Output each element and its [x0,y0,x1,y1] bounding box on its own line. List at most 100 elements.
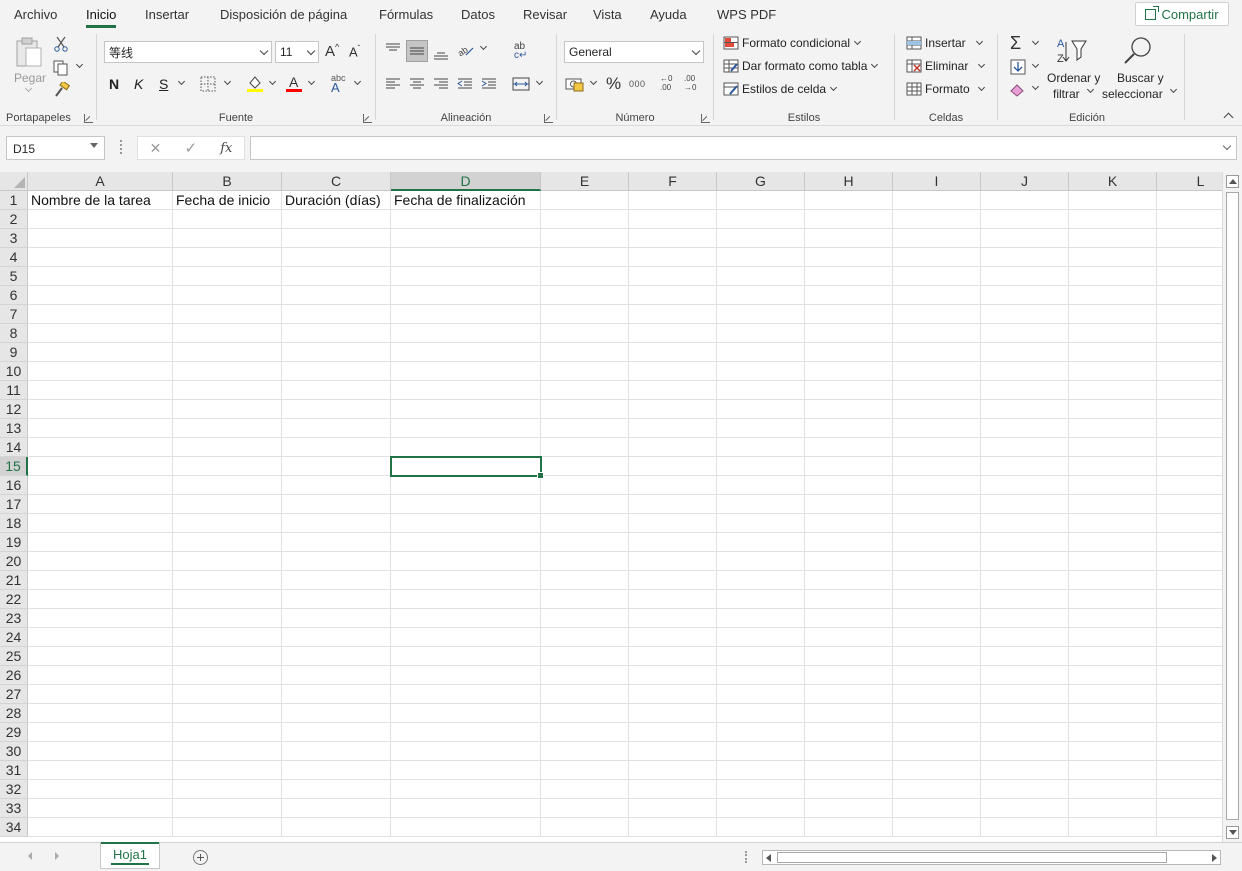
cell-e3[interactable] [541,229,629,248]
cell-f29[interactable] [629,723,717,742]
cell-e7[interactable] [541,305,629,324]
row-header-28[interactable]: 28 [0,704,28,723]
cell-j31[interactable] [981,761,1069,780]
cell-d2[interactable] [391,210,541,229]
cell-c15[interactable] [282,457,391,476]
cell-l25[interactable] [1157,647,1222,666]
number-launcher-icon[interactable] [701,114,710,123]
cell-c1[interactable]: Duración (días) [282,191,391,210]
cell-h34[interactable] [805,818,893,837]
cell-l28[interactable] [1157,704,1222,723]
align-middle-button[interactable] [406,40,428,62]
cell-a34[interactable] [28,818,173,837]
clipboard-launcher-icon[interactable] [84,114,93,123]
cell-d3[interactable] [391,229,541,248]
cell-d22[interactable] [391,590,541,609]
decrease-indent-icon[interactable] [457,77,473,91]
cell-l1[interactable] [1157,191,1222,210]
cell-d21[interactable] [391,571,541,590]
cell-a2[interactable] [28,210,173,229]
cell-b31[interactable] [173,761,282,780]
cell-k8[interactable] [1069,324,1157,343]
cell-f8[interactable] [629,324,717,343]
cell-i29[interactable] [893,723,981,742]
cell-c21[interactable] [282,571,391,590]
cell-c17[interactable] [282,495,391,514]
sheet-tab-hoja1[interactable]: Hoja1 [100,842,160,869]
cell-c27[interactable] [282,685,391,704]
cell-c4[interactable] [282,248,391,267]
cell-f32[interactable] [629,780,717,799]
tab-ayuda[interactable]: Ayuda [650,6,687,26]
cell-styles-button[interactable]: Estilos de celda [723,82,838,96]
sort-filter-button[interactable]: A Z Ordenar y filtrar [1045,34,1101,101]
cell-g23[interactable] [717,609,805,628]
cell-c24[interactable] [282,628,391,647]
cell-e14[interactable] [541,438,629,457]
cell-b15[interactable] [173,457,282,476]
cell-a25[interactable] [28,647,173,666]
share-button[interactable]: Compartir [1135,2,1229,26]
cell-l8[interactable] [1157,324,1222,343]
cell-d16[interactable] [391,476,541,495]
cell-d4[interactable] [391,248,541,267]
cell-l4[interactable] [1157,248,1222,267]
cell-d10[interactable] [391,362,541,381]
cell-a31[interactable] [28,761,173,780]
confirm-entry-icon[interactable]: ✓ [184,139,197,157]
cell-j22[interactable] [981,590,1069,609]
row-header-13[interactable]: 13 [0,419,28,438]
cell-d23[interactable] [391,609,541,628]
cell-a32[interactable] [28,780,173,799]
cell-j32[interactable] [981,780,1069,799]
tab-revisar[interactable]: Revisar [523,6,567,26]
cell-c25[interactable] [282,647,391,666]
cell-h22[interactable] [805,590,893,609]
cell-j8[interactable] [981,324,1069,343]
cell-k1[interactable] [1069,191,1157,210]
cell-a24[interactable] [28,628,173,647]
cell-c2[interactable] [282,210,391,229]
cell-l15[interactable] [1157,457,1222,476]
cell-d13[interactable] [391,419,541,438]
cell-i10[interactable] [893,362,981,381]
cell-h14[interactable] [805,438,893,457]
cell-j5[interactable] [981,267,1069,286]
collapse-ribbon-icon[interactable] [1223,112,1234,123]
cell-e23[interactable] [541,609,629,628]
cell-c11[interactable] [282,381,391,400]
cell-j12[interactable] [981,400,1069,419]
cell-b20[interactable] [173,552,282,571]
row-header-27[interactable]: 27 [0,685,28,704]
cell-e31[interactable] [541,761,629,780]
cell-f2[interactable] [629,210,717,229]
cell-h21[interactable] [805,571,893,590]
cell-f24[interactable] [629,628,717,647]
find-select-button[interactable]: Buscar y seleccionar [1102,34,1178,101]
worksheet-grid[interactable]: A B C D E F G H I J K L 1 Nombre de la tarea Fecha de … [0,172,1222,842]
cell-c18[interactable] [282,514,391,533]
cell-j28[interactable] [981,704,1069,723]
cell-j27[interactable] [981,685,1069,704]
cell-g27[interactable] [717,685,805,704]
cell-c9[interactable] [282,343,391,362]
cell-j26[interactable] [981,666,1069,685]
row-header-18[interactable]: 18 [0,514,28,533]
name-box[interactable]: D15 [6,136,105,160]
cell-b5[interactable] [173,267,282,286]
cell-k18[interactable] [1069,514,1157,533]
tab-inicio[interactable]: Inicio [86,6,117,28]
cell-g31[interactable] [717,761,805,780]
row-header-25[interactable]: 25 [0,647,28,666]
tab-disposicion[interactable]: Disposición de página [220,6,347,26]
cell-k30[interactable] [1069,742,1157,761]
cell-h23[interactable] [805,609,893,628]
cell-g16[interactable] [717,476,805,495]
cell-e25[interactable] [541,647,629,666]
cell-g5[interactable] [717,267,805,286]
cell-e12[interactable] [541,400,629,419]
cell-h32[interactable] [805,780,893,799]
cell-k21[interactable] [1069,571,1157,590]
row-header-32[interactable]: 32 [0,780,28,799]
row-header-4[interactable]: 4 [0,248,28,267]
